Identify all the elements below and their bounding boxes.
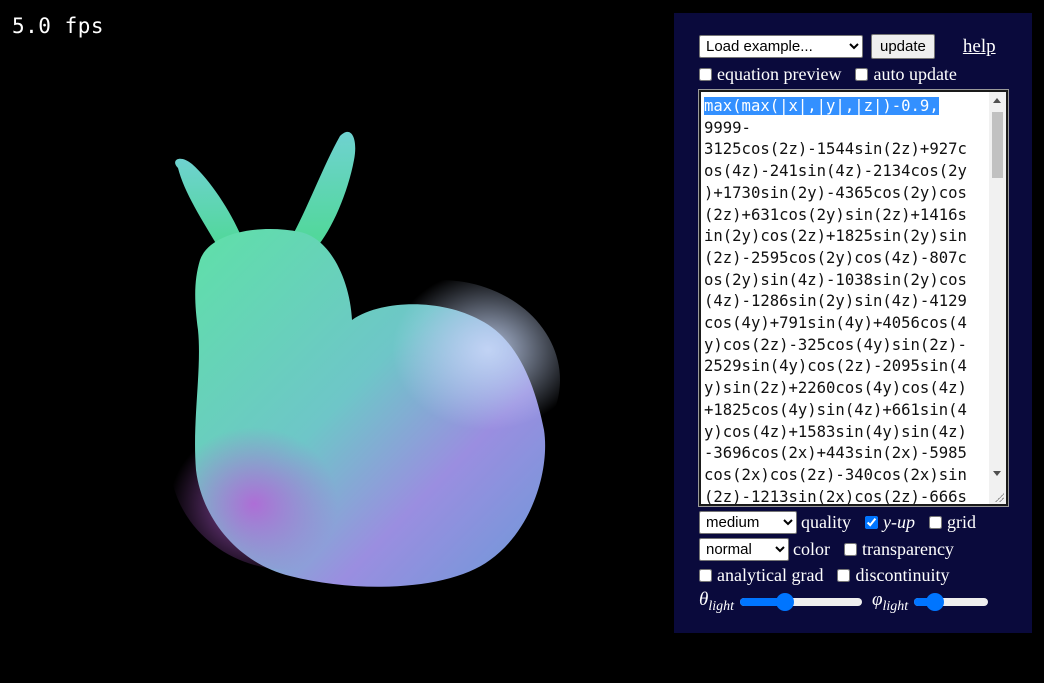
equation-line: +1825cos(4y)sin(4z)+661sin(4 <box>704 400 967 419</box>
equation-line: 2529sin(4y)cos(2z)-2095sin(4 <box>704 357 967 376</box>
equation-line: (2z)-1213sin(2x)cos(2z)-666s <box>704 487 967 506</box>
discontinuity-checkbox[interactable] <box>837 569 851 582</box>
y-up-checkbox[interactable] <box>865 516 878 529</box>
equation-line: y)cos(4z)+1583sin(4y)sin(4z) <box>704 422 967 441</box>
equation-line: cos(2x)cos(2z)-340cos(2x)sin <box>704 465 967 484</box>
equation-line: in(2y)cos(2z)+1825sin(2y)sin <box>704 227 967 246</box>
equation-line: os(4z)-241sin(4z)-2134cos(2y <box>704 162 967 181</box>
auto-update-checkbox[interactable] <box>855 68 869 81</box>
equation-line: os(2y)sin(4z)-1038sin(2y)cos <box>704 270 967 289</box>
grad-row: analytical grad discontinuity <box>699 565 949 586</box>
equation-preview-label: equation preview <box>717 64 842 84</box>
color-label: color <box>793 539 830 559</box>
options-row: equation preview auto update <box>699 64 957 85</box>
equation-line: y)cos(2z)-325cos(4y)sin(2z)- <box>704 335 967 354</box>
quality-row: medium quality y-up grid <box>699 511 976 534</box>
quality-select[interactable]: medium <box>699 511 797 534</box>
editor-scrollbar[interactable] <box>989 92 1006 504</box>
equation-preview-checkbox[interactable] <box>699 68 712 81</box>
resize-grip-icon[interactable] <box>994 492 1004 502</box>
equation-editor[interactable]: max(max(|x|,|y|,|z|)-0.9, 9999- 3125cos(2z… <box>698 89 1009 507</box>
scrollbar-thumb[interactable] <box>992 112 1003 178</box>
transparency-checkbox[interactable] <box>843 543 857 556</box>
phi-light-slider[interactable] <box>914 592 989 611</box>
control-panel: Load example... update help equation pre… <box>674 13 1032 633</box>
color-select[interactable]: normal <box>699 538 789 561</box>
lighting-row: θlight φlight <box>699 589 989 615</box>
update-button[interactable]: update <box>871 34 935 59</box>
equation-line: 9999- <box>704 118 751 137</box>
equation-line: (4z)-1286sin(2y)sin(4z)-4129 <box>704 292 967 311</box>
discontinuity-label: discontinuity <box>855 565 950 585</box>
example-select[interactable]: Load example... <box>699 35 863 58</box>
grid-checkbox[interactable] <box>928 516 942 529</box>
analytical-grad-label: analytical grad <box>717 565 824 585</box>
transparency-label: transparency <box>861 539 954 559</box>
analytical-grad-checkbox[interactable] <box>699 569 712 582</box>
help-link[interactable]: help <box>963 36 996 58</box>
toolbar-row: Load example... update help <box>699 34 996 59</box>
auto-update-label: auto update <box>873 64 957 84</box>
equation-line: y)sin(2z)+2260cos(4y)cos(4z) <box>704 379 967 398</box>
fps-counter: 5.0 fps <box>12 14 105 38</box>
equation-text[interactable]: max(max(|x|,|y|,|z|)-0.9, 9999- 3125cos(2z… <box>704 96 984 506</box>
theta-light-label: θlight <box>699 589 735 614</box>
equation-line: (2z)+631cos(2y)sin(2z)+1416s <box>704 205 967 224</box>
y-up-label: y-up <box>883 512 915 532</box>
equation-line: )+1730sin(2y)-4365cos(2y)cos <box>704 183 967 202</box>
selected-text: max(max(|x|,|y|,|z|)-0.9, <box>704 97 939 115</box>
equation-line: 3125cos(2z)-1544sin(2z)+927c <box>704 140 967 159</box>
rendered-surface <box>170 131 560 587</box>
theta-slider-knob[interactable] <box>776 592 795 611</box>
equation-line: -3696cos(2x)+443sin(2x)-5985 <box>704 444 967 463</box>
equation-line: (2z)-2595cos(2y)cos(4z)-807c <box>704 248 967 267</box>
scroll-down-icon[interactable] <box>993 471 1001 476</box>
equation-line: cos(4y)+791sin(4y)+4056cos(4 <box>704 314 967 333</box>
phi-light-label: φlight <box>872 589 909 614</box>
grid-label: grid <box>946 512 976 532</box>
scroll-up-icon[interactable] <box>993 98 1001 103</box>
phi-slider-knob[interactable] <box>926 592 945 611</box>
color-row: normal color transparency <box>699 538 954 561</box>
theta-light-slider[interactable] <box>740 592 863 611</box>
quality-label: quality <box>801 512 851 532</box>
